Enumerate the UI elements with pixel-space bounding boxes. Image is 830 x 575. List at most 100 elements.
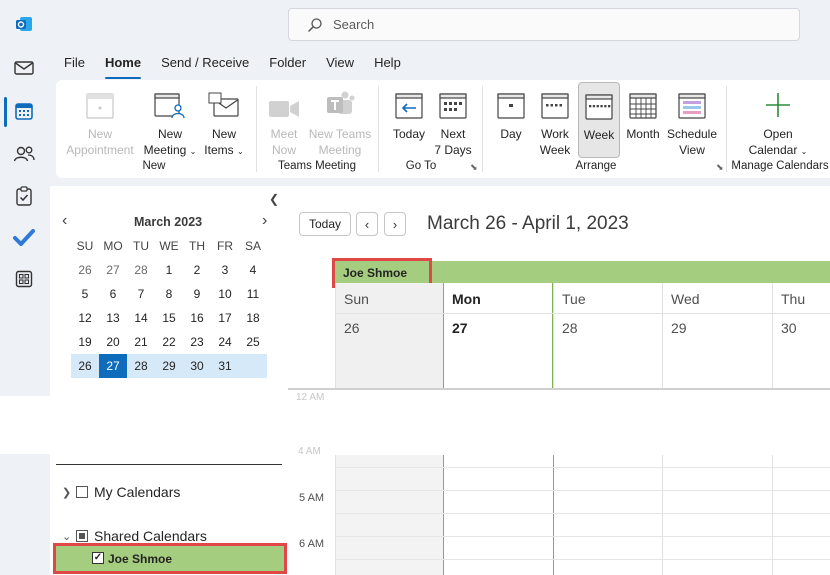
dow-label: TU (133, 239, 149, 253)
date-cell[interactable]: 25 (239, 330, 267, 354)
tab-send-receive[interactable]: Send / Receive (161, 55, 249, 75)
date-cell[interactable]: 9 (183, 282, 211, 306)
date-cell[interactable]: 27 (99, 258, 127, 282)
date-cell[interactable]: 17 (211, 306, 239, 330)
dow-label: SA (244, 239, 261, 253)
view-week-button[interactable]: Week (578, 82, 620, 158)
day-column-wednesday[interactable]: Wed 29 (662, 283, 772, 388)
tab-file[interactable]: File (64, 55, 85, 75)
date-cell[interactable]: 7 (127, 282, 155, 306)
new-meeting-button[interactable]: New Meeting ⌄ (142, 86, 198, 160)
date-cell[interactable]: 22 (155, 330, 183, 354)
tasks-clipboard-icon[interactable] (12, 184, 36, 208)
date-cell[interactable]: 26 (71, 258, 99, 282)
schedule-view-button[interactable]: Schedule View (664, 86, 720, 158)
checkbox-partial[interactable] (76, 530, 88, 542)
date-cell[interactable]: 19 (71, 330, 99, 354)
date-cell[interactable]: 23 (183, 330, 211, 354)
date-navigator-grid: SU MO TU WE TH FR SA 26 27 28 1 2 3 4 5 … (71, 234, 267, 378)
date-cell[interactable]: 18 (239, 306, 267, 330)
dialog-launcher-icon[interactable]: ⬊ (470, 162, 478, 173)
date-cell[interactable]: 6 (99, 282, 127, 306)
today-label: Today (392, 127, 426, 141)
folder-group-shared-calendars[interactable]: ⌄ Shared Calendars (62, 528, 207, 544)
date-cell[interactable]: 10 (211, 282, 239, 306)
new-teams-meeting-button[interactable]: New Teams Meeting (308, 86, 372, 158)
date-cell-selected-week[interactable]: 31 (211, 354, 239, 378)
checkbox-checked[interactable]: ✓ (92, 552, 104, 564)
day-column-sunday[interactable]: Sun 26 (335, 283, 443, 388)
tab-folder[interactable]: Folder (269, 55, 306, 75)
date-cell[interactable]: 13 (99, 306, 127, 330)
date-cell[interactable]: 15 (155, 306, 183, 330)
ribbon-separator (726, 86, 727, 172)
day-name: Wed (671, 291, 700, 307)
date-cell[interactable]: 16 (183, 306, 211, 330)
day-number: 30 (781, 320, 797, 336)
ribbon-separator (378, 86, 379, 172)
mail-icon[interactable] (12, 56, 36, 80)
folder-group-my-calendars[interactable]: ❯ My Calendars (62, 484, 180, 500)
date-cell[interactable]: 21 (127, 330, 155, 354)
checkbox[interactable] (76, 486, 88, 498)
date-cell[interactable]: 5 (71, 282, 99, 306)
todo-check-icon[interactable] (12, 225, 36, 249)
open-calendar-button[interactable]: Open Calendar ⌄ (742, 86, 814, 160)
previous-week-button[interactable]: ‹ (356, 212, 378, 236)
date-cell-today[interactable]: 27 (99, 354, 127, 378)
dialog-launcher-icon[interactable]: ⬊ (716, 162, 724, 173)
tab-view[interactable]: View (326, 55, 354, 75)
calendar-new-icon (62, 86, 138, 120)
next-7-days-button[interactable]: Next 7 Days (432, 86, 474, 158)
day-column-tuesday[interactable]: Tue 28 (553, 283, 662, 388)
date-cell[interactable]: 2 (183, 258, 211, 282)
date-cell-selected-week[interactable]: 30 (183, 354, 211, 378)
date-cell-selected-week[interactable]: 28 (127, 354, 155, 378)
date-cell[interactable]: 11 (239, 282, 267, 306)
date-cell[interactable]: 14 (127, 306, 155, 330)
tab-help[interactable]: Help (374, 55, 401, 75)
new-appointment-button[interactable]: New Appointment (62, 86, 138, 158)
previous-month-chevron-icon[interactable]: ‹ (62, 212, 67, 230)
go-to-today-button[interactable]: Today (299, 212, 351, 236)
date-cell-selected-week[interactable] (239, 354, 267, 378)
date-cell[interactable]: 28 (127, 258, 155, 282)
date-cell[interactable]: 24 (211, 330, 239, 354)
view-work-week-button[interactable]: Work Week (534, 86, 576, 158)
all-day-divider (288, 388, 830, 390)
today-button[interactable]: Today (386, 86, 432, 142)
collapse-pane-chevron-left-icon[interactable]: ❮ (269, 192, 279, 206)
rail-active-indicator (4, 97, 7, 127)
day-column-thursday[interactable]: Thu 30 (772, 283, 830, 388)
next-month-chevron-icon[interactable]: › (262, 212, 267, 230)
next-week-button[interactable]: › (384, 212, 406, 236)
date-cell[interactable]: 20 (99, 330, 127, 354)
grid-half-hour-line (335, 467, 830, 468)
grid-column-line (662, 455, 663, 575)
chevron-down-icon: ⌄ (236, 147, 244, 156)
meet-now-button[interactable]: Meet Now (262, 86, 306, 158)
new-items-button[interactable]: New Items ⌄ (200, 86, 248, 160)
calendar-icon[interactable] (12, 99, 36, 123)
date-cell-selected-week[interactable]: 26 (71, 354, 99, 378)
date-cell[interactable]: 8 (155, 282, 183, 306)
date-cell[interactable]: 12 (71, 306, 99, 330)
day-number: 29 (671, 320, 687, 336)
more-apps-icon[interactable] (12, 267, 36, 291)
calendar-owner-name[interactable]: Joe Shmoe (332, 258, 432, 288)
date-cell[interactable]: 3 (211, 258, 239, 282)
grid-column-line (553, 455, 554, 575)
view-day-button[interactable]: Day (494, 86, 528, 142)
people-icon[interactable] (12, 142, 36, 166)
view-month-button[interactable]: Month (622, 86, 664, 142)
joe-shmoe-label: Joe Shmoe (108, 551, 173, 566)
date-cell[interactable]: 1 (155, 258, 183, 282)
date-cell-selected-week[interactable]: 29 (155, 354, 183, 378)
new-appointment-label-2: Appointment (66, 143, 134, 157)
week-view-icon (579, 87, 619, 121)
tab-home[interactable]: Home (104, 55, 142, 79)
search-input[interactable]: Search (288, 8, 800, 41)
date-cell[interactable]: 4 (239, 258, 267, 282)
calendar-item-joe-shmoe[interactable]: ✓ Joe Shmoe (53, 543, 287, 574)
day-column-monday[interactable]: Mon 27 (443, 283, 553, 388)
